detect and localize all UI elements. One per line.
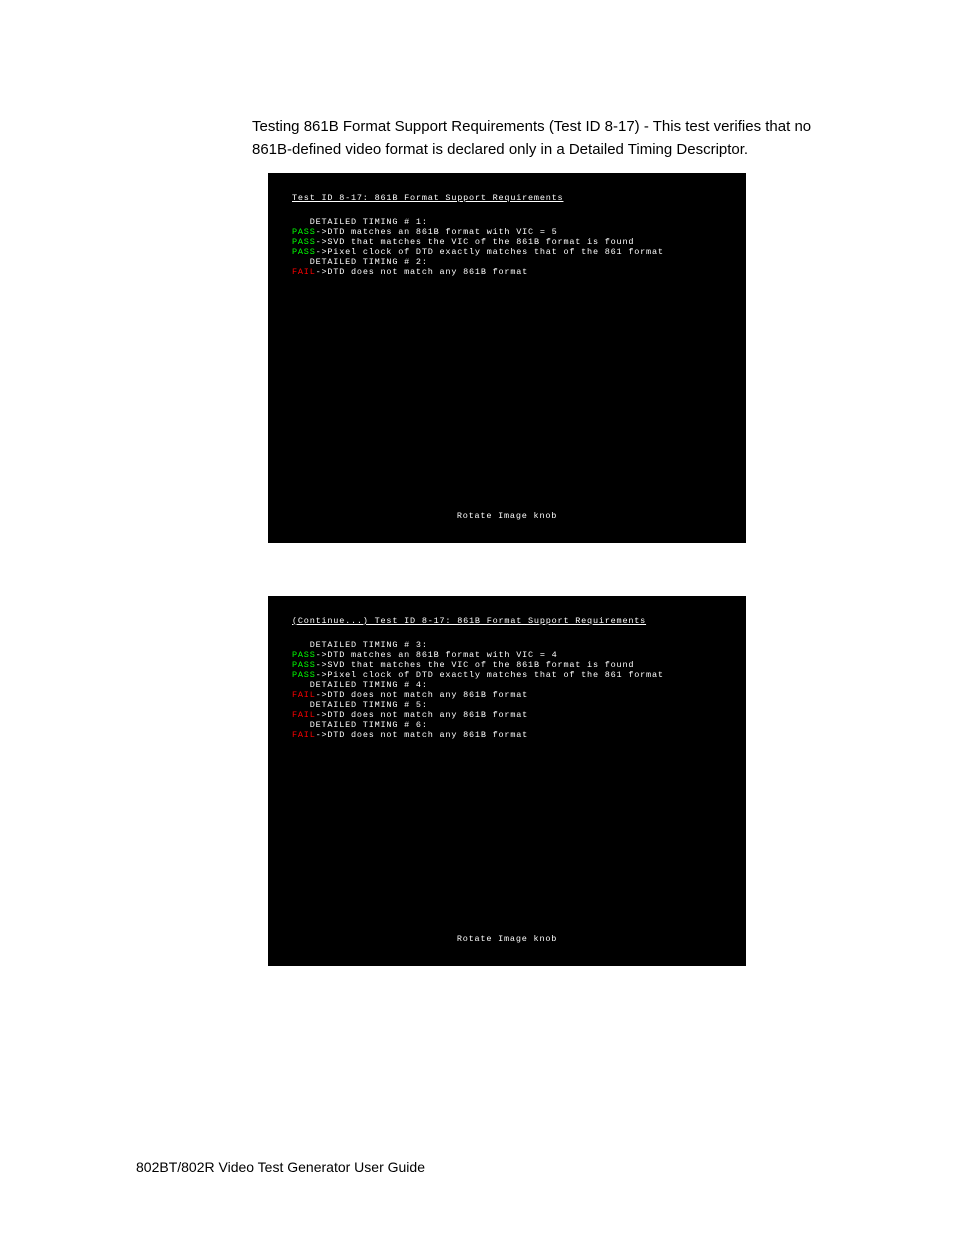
screen2-line: DETAILED TIMING # 4: — [292, 680, 428, 690]
intro-paragraph: Testing 861B Format Support Requirements… — [252, 116, 852, 161]
screen1-title: Test ID 8-17: 861B Format Support Requir… — [292, 193, 563, 203]
rotate-prompt: Rotate Image knob — [268, 511, 746, 521]
screen1-line: PASS->SVD that matches the VIC of the 86… — [292, 237, 634, 247]
screen1-line: PASS->Pixel clock of DTD exactly matches… — [292, 247, 664, 257]
screen2-line: FAIL->DTD does not match any 861B format — [292, 710, 528, 720]
screen2-line: PASS->DTD matches an 861B format with VI… — [292, 650, 558, 660]
page-footer: 802BT/802R Video Test Generator User Gui… — [136, 1159, 425, 1175]
screen2-title: (Continue...) Test ID 8-17: 861B Format … — [292, 616, 646, 626]
screen2-line: PASS->SVD that matches the VIC of the 86… — [292, 660, 634, 670]
screen1-line: FAIL->DTD does not match any 861B format — [292, 267, 528, 277]
screen2-line: PASS->Pixel clock of DTD exactly matches… — [292, 670, 664, 680]
screen2-line: FAIL->DTD does not match any 861B format — [292, 730, 528, 740]
rotate-prompt: Rotate Image knob — [268, 934, 746, 944]
screen2-line: DETAILED TIMING # 5: — [292, 700, 428, 710]
screen2-line: FAIL->DTD does not match any 861B format — [292, 690, 528, 700]
screen2-line: DETAILED TIMING # 6: — [292, 720, 428, 730]
screen1-line: DETAILED TIMING # 2: — [292, 257, 428, 267]
screen2-line: DETAILED TIMING # 3: — [292, 640, 428, 650]
terminal-screen-1: Test ID 8-17: 861B Format Support Requir… — [268, 173, 746, 543]
screen1-line: DETAILED TIMING # 1: — [292, 217, 428, 227]
terminal-screen-2: (Continue...) Test ID 8-17: 861B Format … — [268, 596, 746, 966]
screen1-line: PASS->DTD matches an 861B format with VI… — [292, 227, 558, 237]
